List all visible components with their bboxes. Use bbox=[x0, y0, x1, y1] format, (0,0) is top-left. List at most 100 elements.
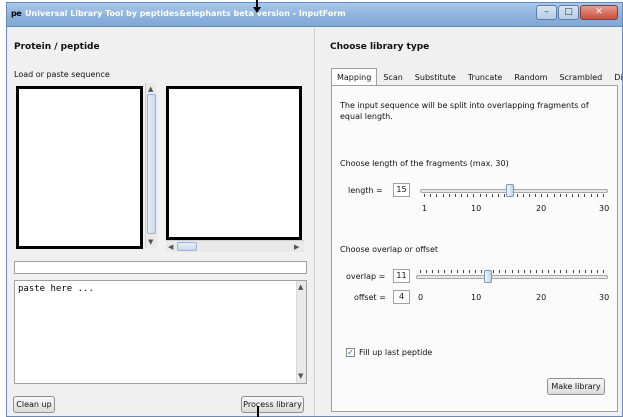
slider-tick bbox=[498, 194, 499, 197]
offset-scale-max: 30 bbox=[599, 293, 610, 302]
hscrollbar-thumb[interactable] bbox=[177, 242, 197, 251]
offset-value-field[interactable]: 4 bbox=[393, 290, 410, 304]
tab-mapping[interactable]: Mapping bbox=[331, 68, 378, 86]
protein-panel: Protein / peptide Load or paste sequence… bbox=[7, 28, 315, 416]
slider-tick bbox=[493, 270, 494, 273]
slider-tick bbox=[591, 194, 592, 197]
length-section-label: Choose length of the fragments (max. 30) bbox=[340, 159, 509, 168]
slider-tick bbox=[536, 270, 537, 273]
slider-tick bbox=[430, 194, 431, 197]
paste-placeholder: paste here ... bbox=[18, 284, 94, 294]
slider-tick bbox=[560, 194, 561, 197]
paste-scrollbar[interactable]: ▲ ▼ bbox=[296, 281, 306, 383]
clean-up-button[interactable]: Clean up bbox=[13, 396, 55, 413]
sequence-view-left[interactable] bbox=[16, 86, 143, 249]
cursor-line-icon bbox=[257, 406, 259, 417]
minimize-button[interactable]: – bbox=[536, 5, 557, 20]
length-slider-track bbox=[420, 189, 608, 193]
length-value-field[interactable]: 15 bbox=[393, 183, 410, 197]
slider-tick bbox=[603, 270, 604, 273]
length-slider-thumb[interactable] bbox=[506, 184, 514, 197]
horizontal-scrollbar[interactable]: ◀ ▶ bbox=[166, 240, 304, 252]
sequence-view-right[interactable] bbox=[166, 86, 302, 240]
slider-tick bbox=[548, 270, 549, 273]
slider-tick bbox=[455, 194, 456, 197]
slider-tick bbox=[461, 194, 462, 197]
slider-tick bbox=[443, 194, 444, 197]
slider-tick bbox=[463, 270, 464, 273]
slider-tick bbox=[420, 270, 421, 273]
fill-up-checkbox[interactable]: ✓ bbox=[346, 348, 355, 357]
tab-digest[interactable]: Digest bbox=[608, 68, 623, 85]
slider-tick bbox=[554, 270, 555, 273]
overlap-slider-ticks bbox=[420, 270, 604, 273]
protein-heading: Protein / peptide bbox=[14, 42, 100, 52]
mapping-description: The input sequence will be split into ov… bbox=[340, 101, 589, 121]
overlap-label: overlap = bbox=[346, 272, 386, 281]
slider-tick bbox=[512, 270, 513, 273]
slider-tick bbox=[505, 270, 506, 273]
tab-scan[interactable]: Scan bbox=[377, 68, 408, 85]
length-scale-20: 20 bbox=[536, 204, 547, 213]
tab-scrambled[interactable]: Scrambled bbox=[553, 68, 608, 85]
window-title: Universal Library Tool by peptides&eleph… bbox=[25, 9, 346, 18]
slider-tick bbox=[591, 270, 592, 273]
slider-tick bbox=[597, 194, 598, 197]
offset-label: offset = bbox=[354, 293, 386, 302]
paste-scroll-up-icon[interactable]: ▲ bbox=[298, 284, 303, 291]
slider-tick bbox=[541, 194, 542, 197]
slider-tick bbox=[517, 194, 518, 197]
overlap-section-label: Choose overlap or offset bbox=[340, 245, 439, 254]
slider-tick bbox=[499, 270, 500, 273]
slider-tick bbox=[451, 270, 452, 273]
tab-random[interactable]: Random bbox=[508, 68, 553, 85]
slider-tick bbox=[560, 270, 561, 273]
paste-area[interactable]: paste here ... bbox=[14, 280, 307, 384]
scroll-down-icon[interactable]: ▼ bbox=[148, 239, 153, 246]
scrollbar-thumb[interactable] bbox=[147, 94, 156, 234]
length-scale-10: 10 bbox=[471, 204, 482, 213]
overlap-slider[interactable] bbox=[416, 269, 608, 285]
length-slider-ticks bbox=[424, 194, 604, 197]
slider-tick bbox=[480, 194, 481, 197]
library-type-heading: Choose library type bbox=[330, 42, 430, 52]
cursor-arrow-icon bbox=[252, 0, 262, 14]
slider-tick bbox=[436, 194, 437, 197]
app-window: pe Universal Library Tool by peptides&el… bbox=[6, 2, 623, 417]
tab-truncate[interactable]: Truncate bbox=[462, 68, 509, 85]
overlap-slider-thumb[interactable] bbox=[484, 270, 492, 283]
paste-scroll-down-icon[interactable]: ▼ bbox=[298, 373, 303, 380]
length-scale-max: 30 bbox=[599, 204, 610, 213]
slider-tick bbox=[432, 270, 433, 273]
scroll-left-icon[interactable]: ◀ bbox=[168, 244, 173, 251]
offset-scale-10: 10 bbox=[471, 293, 482, 302]
slider-tick bbox=[424, 194, 425, 197]
length-slider[interactable] bbox=[420, 183, 608, 199]
maximize-button[interactable]: □ bbox=[558, 5, 579, 20]
scroll-up-icon[interactable]: ▲ bbox=[148, 86, 153, 93]
slider-tick bbox=[481, 270, 482, 273]
slider-tick bbox=[475, 270, 476, 273]
slider-tick bbox=[542, 270, 543, 273]
vertical-scrollbar[interactable]: ▲ ▼ bbox=[145, 83, 157, 248]
slider-tick bbox=[584, 194, 585, 197]
scroll-right-icon[interactable]: ▶ bbox=[294, 244, 299, 251]
slider-tick bbox=[426, 270, 427, 273]
slider-tick bbox=[486, 194, 487, 197]
make-library-button[interactable]: Make library bbox=[547, 378, 605, 395]
slider-tick bbox=[585, 270, 586, 273]
offset-scale-20: 20 bbox=[536, 293, 547, 302]
slider-tick bbox=[535, 194, 536, 197]
close-button[interactable]: ✕ bbox=[580, 5, 618, 20]
window-controls: – □ ✕ bbox=[536, 5, 618, 20]
slider-tick bbox=[572, 194, 573, 197]
slider-tick bbox=[444, 270, 445, 273]
sequence-input[interactable] bbox=[14, 261, 307, 274]
slider-tick bbox=[524, 270, 525, 273]
process-library-button[interactable]: Process library bbox=[241, 396, 304, 413]
slider-tick bbox=[578, 194, 579, 197]
slider-tick bbox=[518, 270, 519, 273]
tab-substitute[interactable]: Substitute bbox=[409, 68, 462, 85]
overlap-value-field[interactable]: 11 bbox=[393, 269, 410, 283]
library-tabs: Mapping Scan Substitute Truncate Random … bbox=[331, 68, 623, 86]
